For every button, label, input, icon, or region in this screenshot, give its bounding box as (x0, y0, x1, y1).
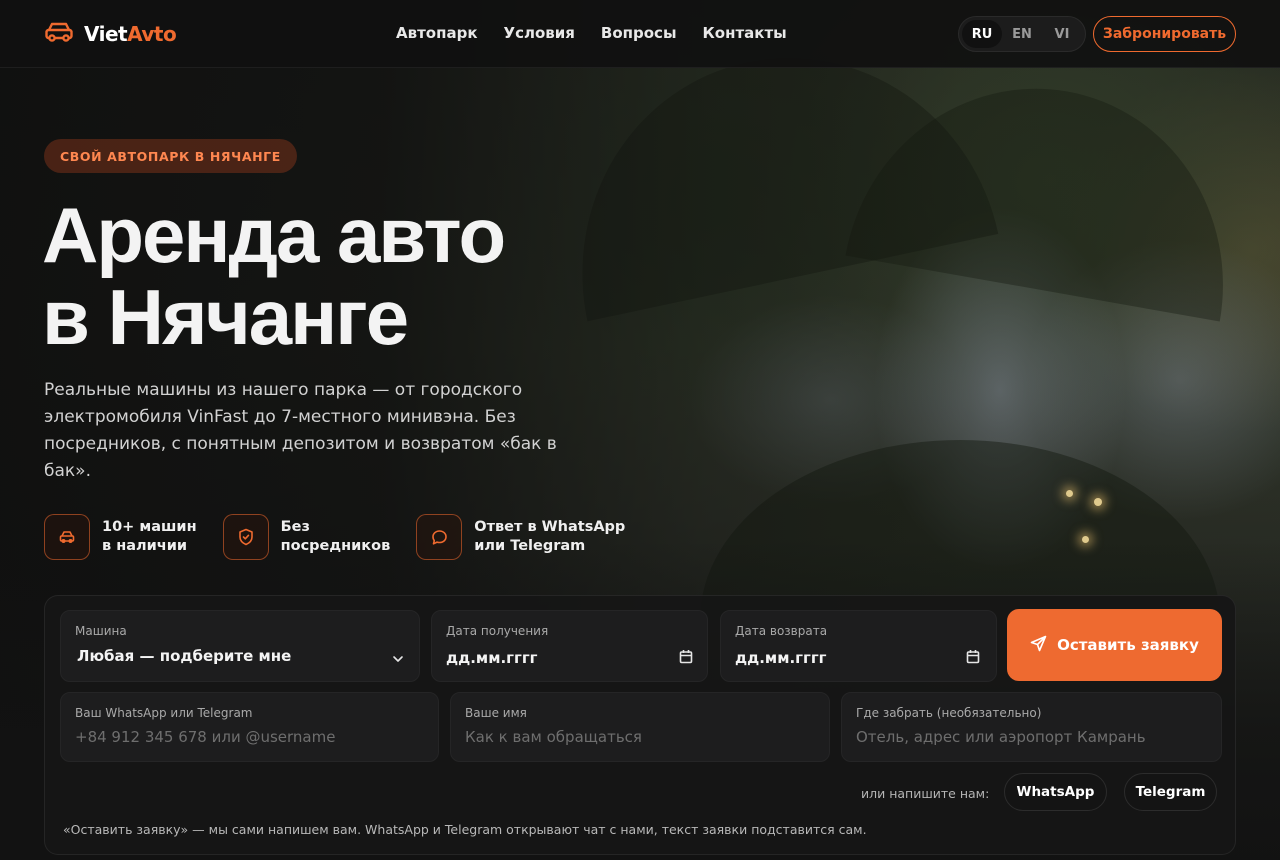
hero-title: Аренда авто в Нячанге (42, 194, 662, 358)
chat-bubble-icon (416, 514, 463, 560)
lang-en-button[interactable]: EN (1002, 20, 1042, 48)
nav-link-fleet[interactable]: Автопарк (396, 24, 478, 42)
lang-vi-button[interactable]: VI (1042, 20, 1082, 48)
send-icon (1030, 635, 1047, 656)
calendar-icon[interactable] (679, 649, 693, 668)
whatsapp-button[interactable]: WhatsApp (1004, 773, 1107, 811)
car-select-value: Любая — подберите мне (77, 647, 292, 665)
feature-text: Ответ в WhatsApp или Telegram (474, 519, 626, 554)
contact-field[interactable]: Ваш WhatsApp или Telegram +84 912 345 67… (60, 692, 439, 762)
pickup-date-label: Дата получения (446, 624, 549, 638)
return-date-label: Дата возврата (735, 624, 828, 638)
submit-request-button[interactable]: Оставить заявку (1007, 609, 1222, 681)
name-placeholder: Как к вам обращаться (465, 728, 642, 746)
nav-link-faq[interactable]: Вопросы (601, 24, 677, 42)
car-icon (44, 514, 90, 560)
feature-text: Без посредников (280, 519, 391, 554)
brand-name: VietAvto (84, 22, 177, 46)
hero-subtitle: Реальные машины из нашего парка — от гор… (44, 380, 557, 481)
language-switcher: RU EN VI (958, 16, 1086, 52)
hero-badge: СВОЙ АВТОПАРК В НЯЧАНГЕ (44, 139, 297, 173)
hero-title-line2: в Нячанге (42, 273, 409, 361)
top-navbar: VietAvto Автопарк Условия Вопросы Контак… (0, 0, 1280, 68)
alt-contact-label: или напишите нам: (861, 786, 990, 801)
name-label: Ваше имя (465, 706, 527, 720)
return-date-value: дд.мм.гггг (735, 649, 827, 667)
pickup-date-field[interactable]: Дата получения дд.мм.гггг (431, 610, 708, 682)
car-select[interactable]: Машина Любая — подберите мне (60, 610, 420, 682)
pickup-date-value: дд.мм.гггг (446, 649, 538, 667)
feature-list: 10+ машин в наличии Без посредников Ответ … (44, 514, 651, 560)
car-icon (44, 20, 74, 48)
name-field[interactable]: Ваше имя Как к вам обращаться (450, 692, 830, 762)
feature-item-fleet: 10+ машин в наличии (44, 514, 197, 560)
feature-text: 10+ машин в наличии (102, 519, 197, 554)
feature-item-messengers: Ответ в WhatsApp или Telegram (416, 514, 625, 560)
calendar-icon[interactable] (966, 649, 980, 668)
feature-item-no-middlemen: Без посредников (222, 514, 391, 560)
booking-form: Машина Любая — подберите мне Дата получе… (44, 595, 1236, 855)
book-now-button[interactable]: Забронировать (1093, 16, 1236, 52)
car-select-label: Машина (75, 624, 127, 638)
telegram-button[interactable]: Telegram (1124, 773, 1217, 811)
nav-link-terms[interactable]: Условия (504, 24, 575, 42)
form-note: «Оставить заявку» — мы сами напишем вам.… (63, 822, 867, 837)
chevron-down-icon (392, 648, 404, 667)
nav-link-contacts[interactable]: Контакты (703, 24, 787, 42)
pickup-location-placeholder: Отель, адрес или аэропорт Камрань (856, 728, 1146, 746)
main-nav: Автопарк Условия Вопросы Контакты (396, 24, 787, 42)
contact-label: Ваш WhatsApp или Telegram (75, 706, 253, 720)
shield-check-icon (222, 514, 269, 560)
return-date-field[interactable]: Дата возврата дд.мм.гггг (720, 610, 997, 682)
hero-title-line1: Аренда авто (42, 191, 506, 279)
brand-logo[interactable]: VietAvto (44, 20, 177, 48)
pickup-location-label: Где забрать (необязательно) (856, 706, 1042, 720)
lang-ru-button[interactable]: RU (962, 20, 1002, 48)
contact-placeholder: +84 912 345 678 или @username (75, 728, 336, 746)
pickup-location-field[interactable]: Где забрать (необязательно) Отель, адрес… (841, 692, 1222, 762)
submit-request-label: Оставить заявку (1057, 636, 1199, 654)
